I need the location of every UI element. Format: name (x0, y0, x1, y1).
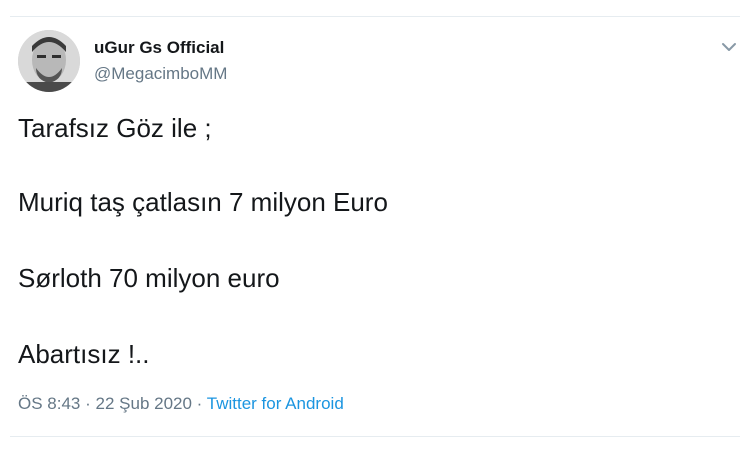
meta-separator: · (196, 394, 203, 413)
display-name[interactable]: uGur Gs Official (94, 38, 224, 58)
tweet-meta: ÖS 8:43 · 22 Şub 2020 · Twitter for Andr… (18, 394, 344, 414)
chevron-down-icon[interactable] (720, 40, 738, 54)
avatar[interactable] (18, 30, 80, 92)
user-handle[interactable]: @MegacimboMM (94, 64, 227, 84)
tweet-card: uGur Gs Official @MegacimboMM Tarafsız G… (0, 0, 750, 458)
tweet-text-line: Tarafsız Göz ile ; (18, 113, 212, 143)
tweet-text-line: Muriq taş çatlasın 7 milyon Euro (18, 187, 388, 217)
tweet-source-link[interactable]: Twitter for Android (207, 394, 344, 413)
bottom-divider (10, 436, 740, 437)
meta-separator: · (85, 394, 91, 413)
top-divider (10, 16, 740, 17)
tweet-text-line: Abartısız !.. (18, 339, 150, 369)
tweet-time[interactable]: ÖS 8:43 (18, 394, 80, 413)
avatar-image (18, 30, 80, 92)
tweet-date[interactable]: 22 Şub 2020 (96, 394, 192, 413)
tweet-text-line: Sørloth 70 milyon euro (18, 263, 280, 293)
